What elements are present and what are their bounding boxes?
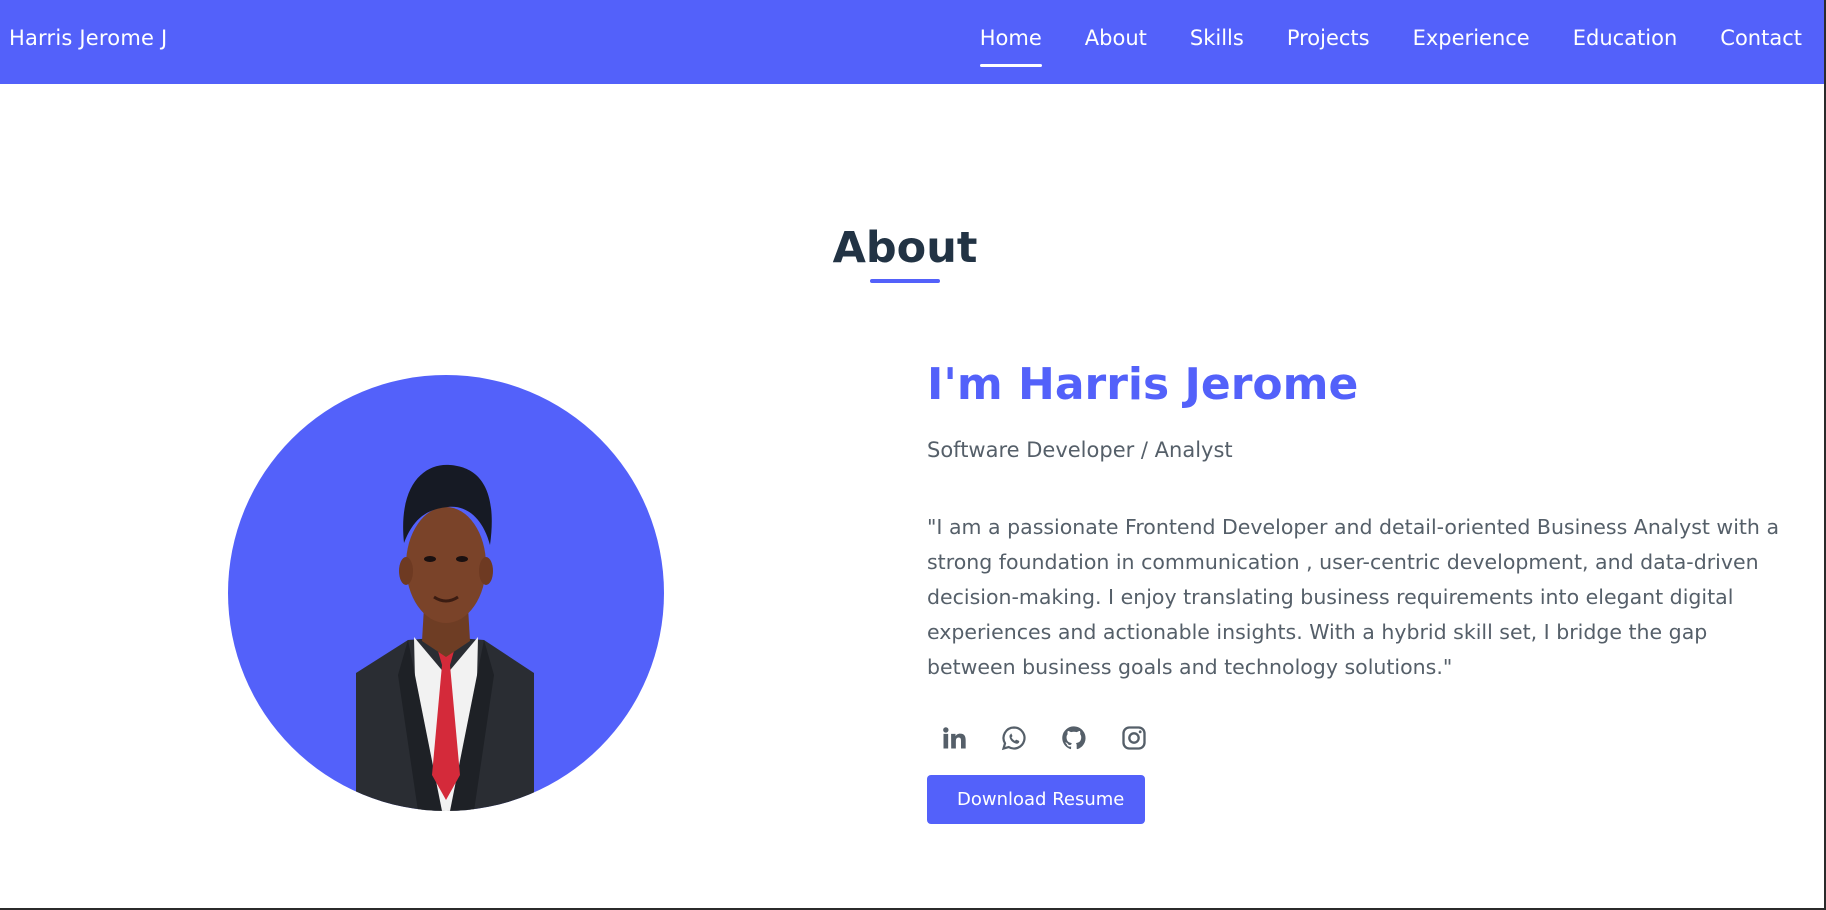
greeting-heading: I'm Harris Jerome — [927, 359, 1359, 410]
nav-link-education[interactable]: Education — [1573, 26, 1678, 50]
nav-link-projects[interactable]: Projects — [1287, 26, 1370, 50]
nav-link-experience[interactable]: Experience — [1413, 26, 1530, 50]
bio-paragraph: "I am a passionate Frontend Developer an… — [927, 515, 1780, 679]
whatsapp-icon[interactable] — [997, 721, 1031, 755]
linkedin-icon[interactable] — [937, 721, 971, 755]
social-links — [927, 721, 1787, 755]
nav-link-about[interactable]: About — [1085, 26, 1147, 50]
person-portrait-icon — [356, 464, 534, 811]
navbar: Harris Jerome J Home About Skills Projec… — [0, 0, 1824, 84]
role-subtitle: Software Developer / Analyst — [927, 438, 1233, 462]
nav-link-home[interactable]: Home — [979, 26, 1042, 67]
portfolio-page: Harris Jerome J Home About Skills Projec… — [0, 0, 1826, 910]
profile-photo — [228, 375, 664, 811]
nav-link-contact[interactable]: Contact — [1720, 26, 1802, 50]
instagram-icon[interactable] — [1117, 721, 1151, 755]
nav-links: Home About Skills Projects Experience Ed… — [979, 0, 1802, 76]
section-title: About — [832, 223, 978, 273]
brand-name[interactable]: Harris Jerome J — [9, 0, 167, 76]
github-icon[interactable] — [1057, 721, 1091, 755]
download-resume-button[interactable]: Download Resume — [927, 775, 1146, 824]
title-underline — [870, 279, 940, 283]
nav-link-skills[interactable]: Skills — [1190, 26, 1244, 50]
about-content: I'm Harris Jerome Software Developer / A… — [927, 355, 1787, 824]
